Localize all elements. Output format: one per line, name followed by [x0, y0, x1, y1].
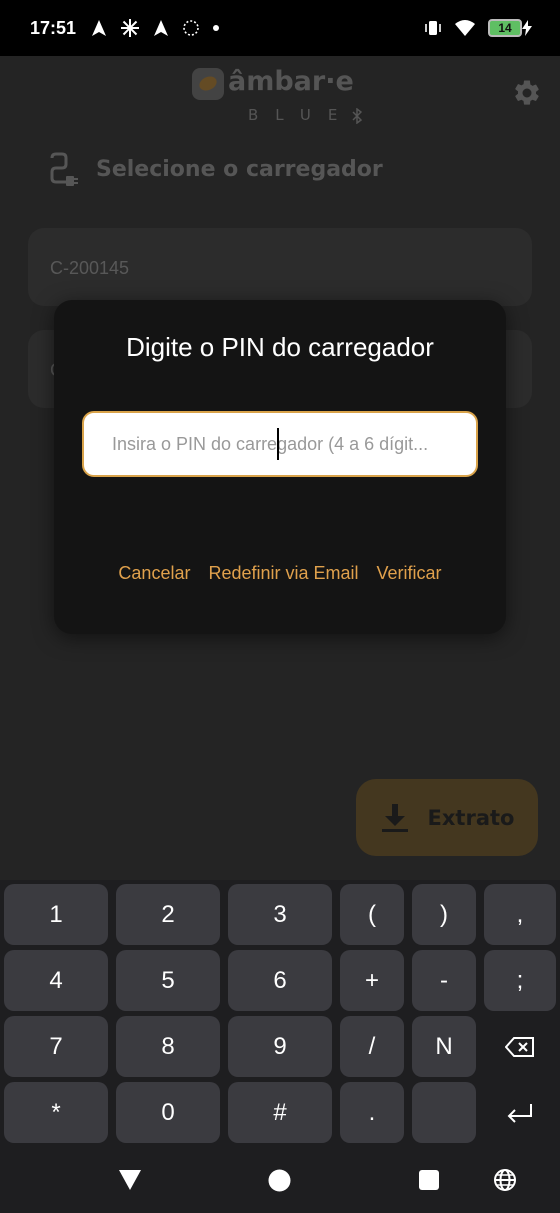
status-bar: 17:51 14	[0, 0, 560, 56]
key-1[interactable]: 1	[4, 884, 108, 945]
navigation-arrow-icon	[92, 20, 107, 36]
reset-via-email-button[interactable]: Redefinir via Email	[208, 563, 358, 584]
cancel-button[interactable]: Cancelar	[118, 563, 190, 584]
key-0[interactable]: 0	[116, 1082, 220, 1143]
key-backspace[interactable]	[484, 1016, 556, 1077]
enter-icon	[507, 1103, 532, 1123]
dialog-title: Digite o PIN do carregador	[126, 332, 434, 362]
battery-level: 14	[488, 19, 522, 37]
backspace-icon	[505, 1036, 534, 1057]
text-cursor	[277, 428, 279, 460]
battery-indicator: 14	[488, 19, 532, 37]
dot-icon	[213, 25, 220, 31]
key-comma[interactable]: ,	[484, 884, 556, 945]
key-minus[interactable]: -	[412, 950, 476, 1011]
key-period[interactable]: .	[340, 1082, 404, 1143]
key-8[interactable]: 8	[116, 1016, 220, 1077]
data-saver-icon	[183, 20, 199, 36]
key-semicolon[interactable]: ;	[484, 950, 556, 1011]
system-nav-bar	[0, 1145, 560, 1213]
vibrate-icon	[425, 21, 441, 35]
status-system-icons: 14	[424, 19, 532, 37]
key-4[interactable]: 4	[4, 950, 108, 1011]
home-icon[interactable]	[268, 1169, 291, 1192]
dialog-actions: Cancelar Redefinir via Email Verificar	[54, 563, 506, 584]
charging-bolt-icon	[522, 20, 532, 36]
key-7[interactable]: 7	[4, 1016, 108, 1077]
pin-input[interactable]	[82, 411, 478, 477]
recents-icon[interactable]	[419, 1170, 439, 1190]
key-hash[interactable]: #	[228, 1082, 332, 1143]
key-close-paren[interactable]: )	[412, 884, 476, 945]
key-plus[interactable]: +	[340, 950, 404, 1011]
key-3[interactable]: 3	[228, 884, 332, 945]
sparkle-icon	[121, 19, 140, 37]
key-6[interactable]: 6	[228, 950, 332, 1011]
key-blank[interactable]	[412, 1082, 476, 1143]
key-9[interactable]: 9	[228, 1016, 332, 1077]
globe-icon[interactable]	[493, 1168, 517, 1192]
wifi-icon	[455, 20, 475, 36]
pin-dialog: Digite o PIN do carregador Cancelar Rede…	[54, 300, 506, 634]
key-enter[interactable]	[484, 1082, 556, 1143]
key-5[interactable]: 5	[116, 950, 220, 1011]
back-icon[interactable]	[118, 1169, 142, 1191]
key-slash[interactable]: /	[340, 1016, 404, 1077]
numeric-keyboard: 1 2 3 ( ) , 4 5 6 + - ; 7 8 9 / N * 0 # …	[0, 880, 560, 1145]
key-n[interactable]: N	[412, 1016, 476, 1077]
status-notification-icons	[90, 18, 220, 38]
key-2[interactable]: 2	[116, 884, 220, 945]
navigation-arrow-icon	[154, 20, 169, 36]
key-open-paren[interactable]: (	[340, 884, 404, 945]
key-asterisk[interactable]: *	[4, 1082, 108, 1143]
status-time: 17:51	[30, 17, 77, 38]
verify-button[interactable]: Verificar	[377, 563, 442, 584]
